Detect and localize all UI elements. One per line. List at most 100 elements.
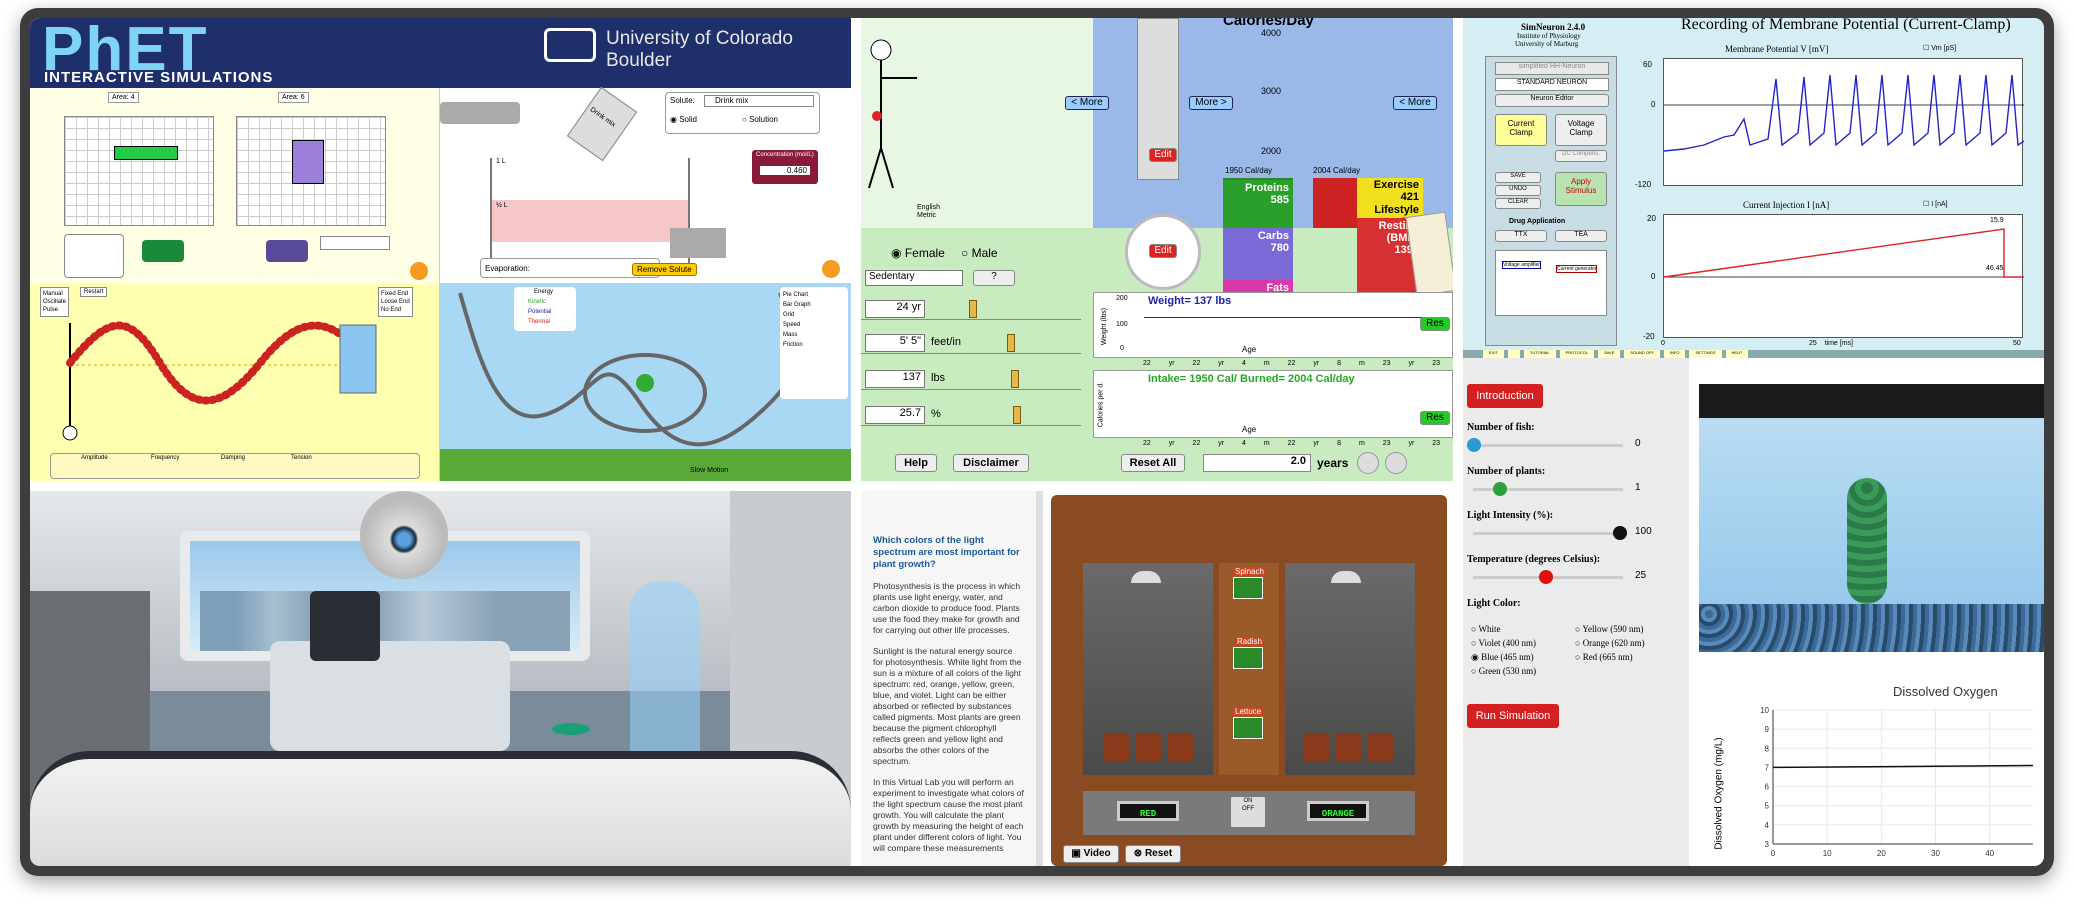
solid-radio[interactable]: ◉ Solid [670, 115, 697, 124]
undo-button[interactable]: UNDO [1495, 185, 1541, 196]
scrollbar[interactable] [1037, 491, 1043, 866]
reset-all-button[interactable]: Reset All [1121, 454, 1185, 472]
run-simulation-button[interactable]: Run Simulation [1467, 704, 1559, 728]
sn-menu-item[interactable]: INFO [1663, 350, 1686, 358]
purple-bucket-icon[interactable] [266, 240, 308, 262]
solute-panel[interactable]: Solute: Drink mix ◉ Solid ○ Solution [665, 92, 820, 134]
color-green[interactable]: ○ Green (530 nm) [1471, 666, 1536, 676]
activity-help-button[interactable]: ? [973, 270, 1015, 286]
units-radio[interactable]: English Metric [917, 204, 940, 220]
faucet-icon[interactable] [440, 102, 520, 124]
current-clamp-button[interactable]: Current Clamp [1495, 114, 1547, 146]
disclaimer-button[interactable]: Disclaimer [953, 454, 1029, 472]
fish-slider[interactable] [1473, 444, 1623, 447]
sn-menu-bar[interactable]: EXIT TUTORIAL PROTOCOL SAVE SOUND OFF INFO SET… [1463, 350, 2044, 358]
color-violet[interactable]: ○ Violet (400 nm) [1471, 638, 1536, 648]
area-toolbar[interactable] [320, 236, 390, 250]
color-red[interactable]: ○ Red (665 nm) [1575, 652, 1633, 662]
female-radio[interactable]: ◉ Female [891, 246, 945, 260]
lab-bench[interactable] [270, 641, 510, 751]
height-value[interactable]: 5' 5" [865, 334, 925, 352]
sn-menu-item[interactable]: EXIT [1483, 350, 1504, 358]
grid-check[interactable]: Grid [783, 310, 845, 320]
ceiling-drone-icon[interactable] [360, 491, 448, 579]
temp-slider-thumb[interactable] [1539, 570, 1553, 584]
wave-controls[interactable]: Amplitude Frequency Damping Tension [50, 453, 420, 479]
light-slider[interactable] [1473, 532, 1623, 535]
spinach-seed-icon[interactable] [1233, 577, 1263, 599]
drain-faucet-icon[interactable] [670, 228, 726, 258]
male-radio[interactable]: ○ Male [961, 246, 998, 260]
right-color-display[interactable]: ORANGE [1307, 801, 1369, 821]
more-exercise-button[interactable]: < More [1393, 96, 1437, 110]
grid-board-1[interactable] [64, 116, 214, 226]
play-icon[interactable] [1357, 452, 1379, 474]
more-food-right-button[interactable]: More > [1189, 96, 1233, 110]
radish-seed-icon[interactable] [1233, 647, 1263, 669]
age-value[interactable]: 24 yr [865, 300, 925, 318]
sn-menu-item[interactable]: SOUND OFF [1624, 350, 1660, 358]
light-slider-thumb[interactable] [1613, 526, 1627, 540]
color-orange[interactable]: ○ Orange (620 nm) [1575, 638, 1645, 648]
sn-menu-item[interactable] [1507, 350, 1520, 358]
shape-toolbox[interactable] [64, 234, 124, 278]
color-white[interactable]: ○ White [1471, 624, 1501, 634]
height-slider-thumb[interactable] [1007, 334, 1015, 352]
solution-radio[interactable]: ○ Solution [742, 115, 778, 124]
model-select[interactable]: simplified HH-Neuron [1495, 62, 1609, 75]
remove-solute-button[interactable]: Remove Solute [632, 263, 697, 276]
bar-graph-check[interactable]: Bar Graph [783, 300, 845, 310]
purple-shape[interactable] [292, 140, 324, 184]
years-value[interactable]: 2.0 [1203, 454, 1311, 472]
weight-value[interactable]: 137 [865, 370, 925, 388]
drink-mix-shaker-icon[interactable] [566, 86, 638, 162]
edit-diet-button[interactable]: Edit [1149, 244, 1177, 258]
age-slider-thumb[interactable] [969, 300, 977, 318]
solute-select[interactable]: Drink mix [704, 95, 814, 107]
clear-button[interactable]: CLEAR [1495, 198, 1541, 209]
intake-reset-button[interactable]: Res [1420, 411, 1450, 425]
reset-button[interactable]: ⊗ Reset [1125, 845, 1181, 863]
apply-stimulus-button[interactable]: Apply Stimulus [1555, 172, 1607, 206]
bodyfat-value[interactable]: 25.7 [865, 406, 925, 424]
voltage-clamp-button[interactable]: Voltage Clamp [1555, 114, 1607, 146]
sn-menu-item[interactable]: TUTORIAL [1523, 350, 1556, 358]
height-row[interactable]: 5' 5" feet/in [861, 332, 1081, 354]
ttx-button[interactable]: TTX [1495, 230, 1547, 242]
save-button[interactable]: SAVE [1495, 172, 1541, 183]
help-button[interactable]: Help [895, 454, 937, 472]
bodyfat-row[interactable]: 25.7 % [861, 404, 1081, 426]
speed-check[interactable]: Speed [783, 320, 845, 330]
color-blue[interactable]: ◉ Blue (465 nm) [1471, 652, 1534, 663]
bodyfat-slider-thumb[interactable] [1013, 406, 1021, 424]
energy-legend[interactable]: Energy Kinetic Potential Thermal [514, 287, 576, 331]
neuron-editor-button[interactable]: Neuron Editor [1495, 94, 1609, 107]
video-button[interactable]: ▣ Video [1063, 845, 1119, 863]
weight-reset-button[interactable]: Res [1420, 317, 1450, 331]
green-shape[interactable] [114, 146, 178, 160]
plants-slider-thumb[interactable] [1493, 482, 1507, 496]
tea-button[interactable]: TEA [1555, 230, 1607, 242]
slow-motion-radio[interactable]: Slow Motion [690, 467, 728, 474]
fish-slider-thumb[interactable] [1467, 438, 1481, 452]
edit-food-button[interactable]: Edit [1149, 148, 1177, 162]
neuron-select[interactable]: STANDARD NEURON [1495, 78, 1609, 91]
pie-chart-check[interactable]: Pie Chart [783, 290, 845, 300]
introduction-button[interactable]: Introduction [1467, 384, 1543, 408]
more-food-button[interactable]: < More [1065, 96, 1109, 110]
activity-select[interactable]: Sedentary [865, 270, 963, 286]
pots-left[interactable] [1103, 733, 1195, 761]
green-dish-icon[interactable] [552, 723, 590, 735]
light-switch[interactable]: ON OFF [1231, 797, 1265, 827]
color-yellow[interactable]: ○ Yellow (590 nm) [1575, 624, 1643, 634]
weight-row[interactable]: 137 lbs [861, 368, 1081, 390]
microscope-icon[interactable] [310, 591, 380, 661]
skate-controls[interactable]: Pie Chart Bar Graph Grid Speed Mass Fric… [780, 287, 848, 399]
pots-right[interactable] [1303, 733, 1395, 761]
reset-icon[interactable] [410, 262, 428, 280]
dc-compens-button[interactable]: DC Compens. [1555, 150, 1607, 162]
sn-menu-item[interactable]: SETTINGS [1689, 350, 1722, 358]
age-row[interactable]: 24 yr [861, 298, 1081, 320]
green-bucket-icon[interactable] [142, 240, 184, 262]
step-icon[interactable] [1385, 452, 1407, 474]
